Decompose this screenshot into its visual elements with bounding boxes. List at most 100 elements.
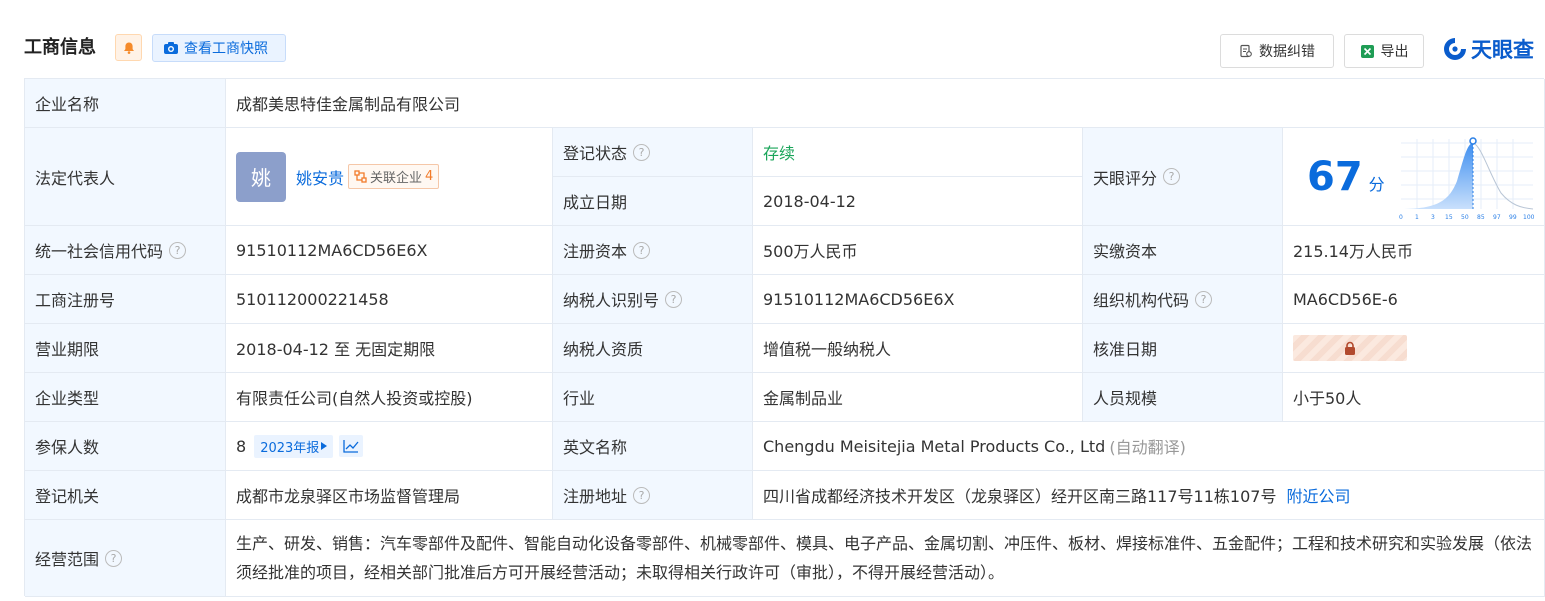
auto-translate-note: (自动翻译): [1109, 438, 1186, 457]
value-org-code: MA6CD56E-6: [1283, 275, 1545, 324]
camera-icon: [164, 42, 178, 54]
label-text: 英文名称: [563, 438, 628, 457]
label-tianyan-score: 天眼评分?: [1083, 128, 1283, 226]
help-icon[interactable]: ?: [105, 549, 123, 567]
logo-text: 天眼查: [1471, 38, 1534, 62]
value-text: 金属制品业: [763, 389, 844, 408]
value-text: 215.14万人民币: [1293, 242, 1413, 261]
data-correction-label: 数据纠错: [1259, 44, 1315, 60]
help-icon[interactable]: ?: [633, 486, 651, 504]
help-icon[interactable]: ?: [665, 290, 683, 308]
label-business-term: 营业期限: [25, 324, 226, 373]
value-approval-date: [1283, 324, 1545, 373]
trend-chart-button[interactable]: [339, 435, 364, 457]
value-text: 91510112MA6CD56E6X: [763, 289, 955, 309]
label-text: 参保人数: [35, 438, 100, 457]
label-reg-address: 注册地址?: [553, 471, 753, 520]
value-text: 2018-04-12: [763, 191, 856, 211]
annual-report-badge[interactable]: 2023年报: [254, 434, 334, 458]
help-icon[interactable]: ?: [169, 241, 187, 259]
annual-report-label: 2023年报: [260, 440, 320, 456]
related-companies-badge[interactable]: 关联企业 4: [348, 164, 440, 189]
caret-right-icon: [321, 442, 328, 450]
score-distribution-chart: 0 1 3 15 50 85 97 99 100: [1399, 136, 1534, 221]
avatar[interactable]: 姚: [236, 151, 286, 202]
status-text: 存续: [763, 144, 796, 163]
view-snapshot-button[interactable]: 查看工商快照: [152, 34, 286, 62]
value-reg-capital: 500万人民币: [753, 226, 1083, 275]
label-company-name: 企业名称: [25, 79, 226, 128]
label-text: 登记机关: [35, 487, 100, 506]
label-reg-status: 登记状态?: [553, 128, 753, 177]
lock-icon: [1345, 341, 1355, 355]
label-text: 行业: [563, 389, 596, 408]
label-staff-size: 人员规模: [1083, 373, 1283, 422]
value-text: 成都市龙泉驿区市场监督管理局: [236, 487, 461, 506]
value-text: 增值税一般纳税人: [763, 340, 892, 359]
value-reg-address: 四川省成都经济技术开发区（龙泉驿区）经开区南三路117号11栋107号 附近公司: [753, 471, 1545, 520]
value-company-name: 成都美思特佳金属制品有限公司: [226, 79, 1545, 128]
score-unit: 分: [1368, 174, 1385, 194]
label-text: 企业名称: [35, 95, 100, 114]
label-text: 工商注册号: [35, 291, 116, 310]
label-text: 纳税人资质: [563, 340, 644, 359]
related-companies-count: 4: [425, 169, 434, 184]
nearby-companies-link[interactable]: 附近公司: [1286, 483, 1350, 507]
value-english-name: Chengdu Meisitejia Metal Products Co., L…: [753, 422, 1545, 471]
tianyancha-logo: 天眼查: [1442, 34, 1534, 64]
value-text: 2018-04-12 至 无固定期限: [236, 340, 436, 359]
label-text: 纳税人识别号: [563, 291, 660, 310]
label-insured: 参保人数: [25, 422, 226, 471]
label-credit-code: 统一社会信用代码?: [25, 226, 226, 275]
value-industry: 金属制品业: [753, 373, 1083, 422]
label-text: 成立日期: [563, 193, 628, 212]
value-founded: 2018-04-12: [753, 177, 1083, 226]
export-label: 导出: [1380, 44, 1409, 60]
label-text: 注册地址: [563, 487, 628, 506]
help-icon[interactable]: ?: [1195, 290, 1213, 308]
value-reg-status: 存续: [753, 128, 1083, 177]
value-text: 成都美思特佳金属制品有限公司: [236, 95, 461, 114]
chart-tick-label: 85: [1477, 214, 1485, 221]
business-info-table: 企业名称 成都美思特佳金属制品有限公司 法定代表人 姚 姚安贵 关联企业 4 登…: [24, 78, 1545, 597]
label-taxpayer-id: 纳税人识别号?: [553, 275, 753, 324]
export-button[interactable]: 导出: [1344, 34, 1424, 68]
label-text: 经营范围: [35, 550, 100, 569]
value-text: Chengdu Meisitejia Metal Products Co., L…: [763, 436, 1106, 456]
value-text: MA6CD56E-6: [1293, 289, 1398, 309]
monitor-button[interactable]: [115, 34, 142, 61]
chart-tick-label: 1: [1415, 214, 1419, 221]
value-scope: 生产、研发、销售：汽车零部件及配件、智能自动化设备零部件、机械零部件、模具、电子…: [226, 520, 1545, 597]
network-icon: [354, 170, 367, 183]
help-icon[interactable]: ?: [633, 241, 651, 259]
label-approval-date: 核准日期: [1083, 324, 1283, 373]
legal-rep-name-link[interactable]: 姚安贵: [296, 165, 344, 189]
section-title: 工商信息: [24, 37, 96, 58]
label-text: 注册资本: [563, 242, 628, 261]
label-text: 实缴资本: [1093, 242, 1158, 261]
score-number: 67: [1307, 153, 1363, 200]
value-legal-rep: 姚 姚安贵 关联企业 4: [226, 128, 553, 226]
data-correction-button[interactable]: 数据纠错: [1220, 34, 1334, 68]
label-text: 天眼评分: [1093, 168, 1158, 188]
label-reg-authority: 登记机关: [25, 471, 226, 520]
chart-tick-label: 0: [1399, 214, 1403, 221]
value-text: 8: [236, 436, 247, 456]
label-english-name: 英文名称: [553, 422, 753, 471]
label-paid-capital: 实缴资本: [1083, 226, 1283, 275]
chart-tick-label: 15: [1445, 214, 1453, 221]
value-reg-number: 510112000221458: [226, 275, 553, 324]
value-text: 四川省成都经济技术开发区（龙泉驿区）经开区南三路117号11栋107号: [763, 487, 1277, 506]
label-text: 登记状态: [563, 144, 628, 163]
value-text: 91510112MA6CD56E6X: [236, 240, 428, 260]
help-icon[interactable]: ?: [633, 143, 651, 161]
chart-tick-label: 50: [1461, 214, 1469, 221]
value-tianyan-score[interactable]: 67 分 0 1 3 15 50 85 97 99 100: [1283, 128, 1545, 226]
vip-locked-field[interactable]: [1293, 335, 1407, 361]
line-chart-icon: [343, 440, 359, 453]
chart-tick-label: 99: [1509, 214, 1517, 221]
label-scope: 经营范围?: [25, 520, 226, 597]
help-icon[interactable]: ?: [1163, 168, 1181, 185]
label-text: 法定代表人: [35, 168, 116, 188]
label-org-code: 组织机构代码?: [1083, 275, 1283, 324]
